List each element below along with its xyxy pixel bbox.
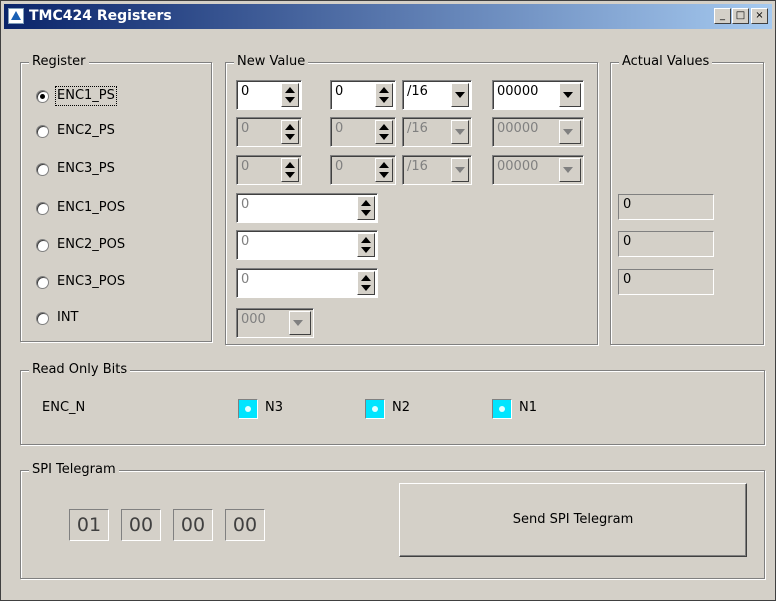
enc1-ps-stepper-b-value: 0 <box>335 84 344 99</box>
radio-int[interactable] <box>36 312 49 325</box>
enc3-ps-code-value: 00000 <box>497 159 539 174</box>
led-n3-indicator <box>238 399 258 419</box>
enc2-ps-stepper-a: 0 <box>236 117 302 147</box>
enc1-ps-stepper-b[interactable]: 0 <box>330 80 396 110</box>
send-spi-telegram-label: Send SPI Telegram <box>512 512 634 527</box>
enc1-ps-stepper-a-value: 0 <box>241 84 250 99</box>
enc3-pos-stepper[interactable]: 0 <box>236 268 378 298</box>
radio-enc1-ps[interactable] <box>36 90 49 103</box>
enc2-ps-stepper-b-value: 0 <box>335 121 344 136</box>
radio-enc3-ps[interactable] <box>36 163 49 176</box>
enc2-ps-divider-value: /16 <box>407 121 428 136</box>
app-icon <box>8 8 24 24</box>
radio-label-enc2-ps[interactable]: ENC2_PS <box>57 123 115 139</box>
radio-enc3-pos[interactable] <box>36 276 49 289</box>
enc1-ps-code-select[interactable]: 00000 <box>492 80 584 110</box>
radio-enc2-ps[interactable] <box>36 125 49 138</box>
enc1-ps-divider-value: /16 <box>407 84 428 99</box>
send-spi-telegram-button[interactable]: Send SPI Telegram <box>399 483 747 557</box>
enc1-ps-stepper-a[interactable]: 0 <box>236 80 302 110</box>
radio-label-enc3-ps[interactable]: ENC3_PS <box>57 161 115 177</box>
enc3-ps-stepper-b-value: 0 <box>335 159 344 174</box>
enc2-ps-stepper-a-value: 0 <box>241 121 250 136</box>
enc1-ps-divider-select[interactable]: /16 <box>402 80 472 110</box>
spin-arrows-icon <box>375 120 393 144</box>
radio-label-enc2-pos[interactable]: ENC2_POS <box>57 237 125 253</box>
spi-byte-2: 00 <box>121 509 161 541</box>
enc2-ps-code-select: 00000 <box>492 117 584 147</box>
spin-arrows-icon[interactable] <box>375 83 393 107</box>
radio-label-enc1-pos[interactable]: ENC1_POS <box>57 200 125 216</box>
radio-label-enc3-pos[interactable]: ENC3_POS <box>57 274 125 290</box>
enc2-ps-divider-select: /16 <box>402 117 472 147</box>
enc1-pos-stepper[interactable]: 0 <box>236 193 378 223</box>
radio-label-enc1-ps[interactable]: ENC1_PS <box>55 86 117 106</box>
enc3-pos-value: 0 <box>241 272 250 287</box>
int-select: 000 <box>236 308 314 338</box>
spi-byte-4: 00 <box>225 509 265 541</box>
enc3-ps-stepper-a-value: 0 <box>241 159 250 174</box>
spi-byte-1: 01 <box>69 509 109 541</box>
spin-arrows-icon[interactable] <box>357 196 375 220</box>
actual-value-enc1-text: 0 <box>623 197 632 212</box>
chevron-down-icon[interactable] <box>451 83 469 107</box>
chevron-down-icon <box>559 158 581 182</box>
window-title: TMC424 Registers <box>29 8 172 24</box>
chevron-down-icon <box>559 120 581 144</box>
new-value-group-label: New Value <box>234 54 309 70</box>
led-n2-indicator <box>365 399 385 419</box>
spi-byte-3: 00 <box>173 509 213 541</box>
spin-arrows-icon[interactable] <box>357 271 375 295</box>
spin-arrows-icon <box>375 158 393 182</box>
radio-enc2-pos[interactable] <box>36 239 49 252</box>
spin-arrows-icon[interactable] <box>281 83 299 107</box>
spi-telegram-group-label: SPI Telegram <box>29 462 119 478</box>
enc2-ps-stepper-b: 0 <box>330 117 396 147</box>
enc1-pos-value: 0 <box>241 197 250 212</box>
radio-label-int[interactable]: INT <box>57 310 79 326</box>
enc2-ps-code-value: 00000 <box>497 121 539 136</box>
actual-values-group-label: Actual Values <box>619 54 713 70</box>
title-bar[interactable]: TMC424 Registers _ □ × <box>4 4 772 29</box>
spin-arrows-icon[interactable] <box>357 233 375 257</box>
actual-value-enc2: 0 <box>618 231 714 257</box>
actual-value-enc1: 0 <box>618 194 714 220</box>
enc2-pos-value: 0 <box>241 234 250 249</box>
spin-arrows-icon <box>281 158 299 182</box>
bit-n2-label: N2 <box>392 400 410 415</box>
chevron-down-icon <box>451 120 469 144</box>
enc3-ps-stepper-a: 0 <box>236 155 302 185</box>
spin-arrows-icon <box>281 120 299 144</box>
enc3-ps-divider-value: /16 <box>407 159 428 174</box>
enc2-pos-stepper[interactable]: 0 <box>236 230 378 260</box>
chevron-down-icon <box>289 311 311 335</box>
bit-n1-label: N1 <box>519 400 537 415</box>
enc3-ps-divider-select: /16 <box>402 155 472 185</box>
radio-enc1-pos[interactable] <box>36 202 49 215</box>
maximize-button[interactable]: □ <box>732 8 749 24</box>
actual-value-enc3: 0 <box>618 269 714 295</box>
chevron-down-icon <box>451 158 469 182</box>
int-select-value: 000 <box>241 312 266 327</box>
enc3-ps-stepper-b: 0 <box>330 155 396 185</box>
close-button[interactable]: × <box>751 8 768 24</box>
bit-n3-label: N3 <box>265 400 283 415</box>
read-only-bits-group-label: Read Only Bits <box>29 362 131 378</box>
register-group-label: Register <box>29 54 89 70</box>
actual-value-enc2-text: 0 <box>623 234 632 249</box>
led-n1-indicator <box>492 399 512 419</box>
enc-n-label: ENC_N <box>42 400 86 415</box>
enc1-ps-code-value: 00000 <box>497 84 539 99</box>
enc3-ps-code-select: 00000 <box>492 155 584 185</box>
actual-value-enc3-text: 0 <box>623 272 632 287</box>
minimize-button[interactable]: _ <box>714 8 731 24</box>
chevron-down-icon[interactable] <box>559 83 581 107</box>
